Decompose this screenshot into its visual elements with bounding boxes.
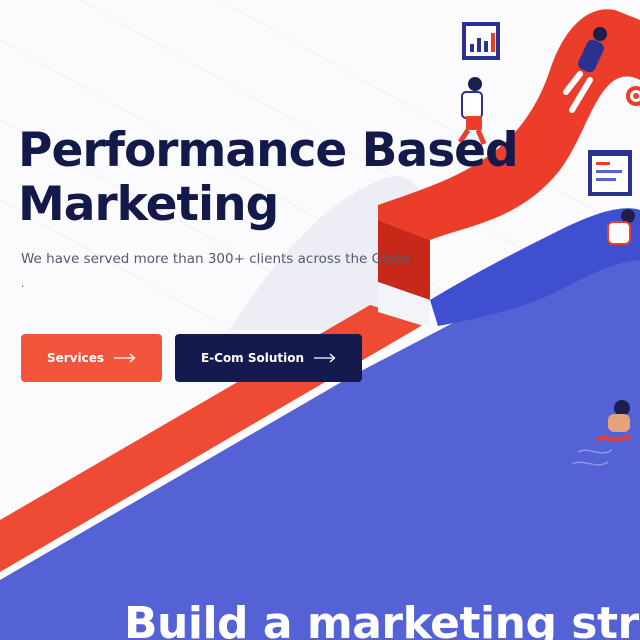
- services-button-label: Services: [46, 351, 105, 365]
- browser-window-icon: [588, 150, 632, 196]
- hero-title-line2: Marketing: [18, 177, 279, 232]
- hero-title-line1: Performance Based: [18, 123, 519, 178]
- ecom-solution-button-label: E-Com Solution: [200, 351, 305, 365]
- section-heading: Build a marketing stra: [124, 598, 640, 640]
- bar-chart-board-icon: [462, 22, 500, 60]
- hero-subtitle: We have served more than 300+ clients ac…: [21, 251, 411, 267]
- hero-page: Performance Based Marketing We have serv…: [0, 0, 640, 640]
- target-icon: [626, 86, 640, 106]
- services-button[interactable]: Services: [21, 334, 162, 382]
- hero-dot: .: [21, 276, 25, 290]
- hero-illustration: [0, 0, 640, 640]
- hero-title: Performance Based Marketing: [18, 123, 519, 232]
- long-arrow-right-icon: [114, 353, 136, 363]
- long-arrow-right-icon: [314, 353, 336, 363]
- ecom-solution-button[interactable]: E-Com Solution: [175, 334, 362, 382]
